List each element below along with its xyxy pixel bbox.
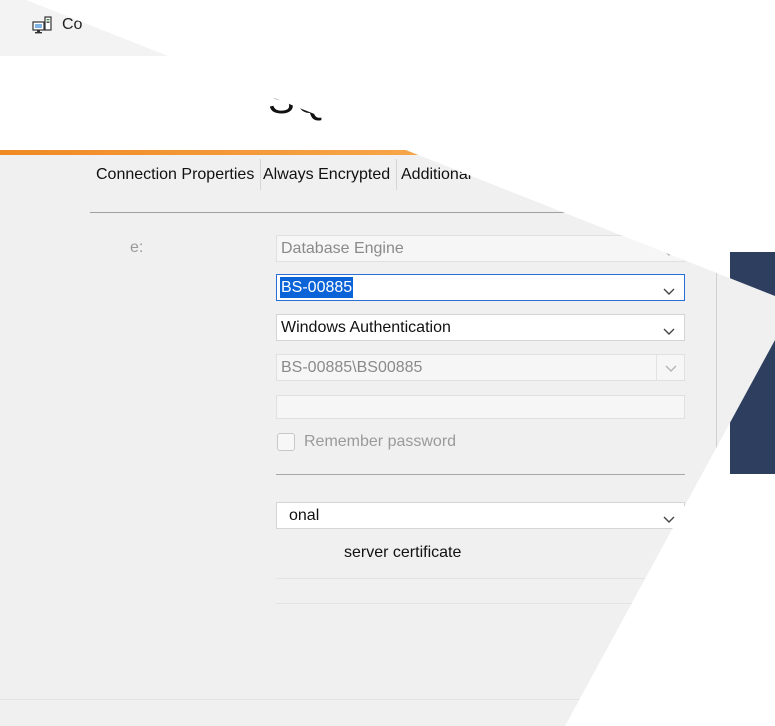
password-field[interactable]: [276, 395, 685, 419]
section-divider: [276, 474, 685, 475]
window-title: Co: [62, 16, 83, 33]
tab-strip: Connection Properties Always Encrypted A…: [0, 159, 775, 191]
panel-right-border: [716, 213, 717, 613]
chevron-down-icon: [662, 321, 676, 335]
tab-panel-border: [90, 212, 615, 213]
remember-password-label: Remember password: [304, 433, 457, 450]
authentication-dropdown[interactable]: Windows Authentication: [276, 314, 685, 341]
chevron-down-icon[interactable]: [662, 281, 676, 295]
tab-always-encrypted[interactable]: Always Encrypted: [257, 159, 398, 190]
screen: Co SQ Connection Properties Always Encry…: [0, 0, 775, 726]
connect-dialog: Co SQ Connection Properties Always Encry…: [0, 0, 775, 726]
server-name-value[interactable]: BS-00885: [280, 277, 354, 298]
faint-divider: [0, 699, 600, 700]
tab-connection-properties[interactable]: Connection Properties: [90, 159, 262, 190]
remember-password-checkbox[interactable]: [277, 433, 295, 451]
server-type-value: Database Engine: [281, 240, 404, 257]
faint-divider: [276, 578, 685, 579]
faint-divider: [276, 603, 685, 604]
trust-server-certificate-label: server certificate: [344, 544, 462, 561]
tab-additional-connection-parameters[interactable]: Additional Conne: [395, 159, 529, 190]
server-type-label: e:: [130, 239, 144, 256]
user-name-value: BS-00885\BS00885: [281, 359, 423, 376]
banner-accent-bar: [0, 150, 775, 155]
banner-title: SQ: [268, 78, 328, 122]
chevron-down-icon: [656, 355, 684, 380]
title-bar: Co: [0, 0, 775, 56]
server-type-dropdown[interactable]: Database Engine: [276, 235, 685, 262]
encryption-dropdown[interactable]: onal: [276, 502, 685, 529]
user-name-combobox[interactable]: BS-00885\BS00885: [276, 354, 685, 381]
server-name-combobox[interactable]: BS-00885: [276, 274, 685, 301]
chevron-down-icon: [662, 509, 676, 523]
chevron-down-icon: [662, 242, 676, 256]
product-banner: [0, 56, 775, 150]
authentication-value: Windows Authentication: [281, 319, 451, 336]
encryption-value: onal: [289, 507, 320, 524]
server-connect-icon: [32, 16, 52, 36]
